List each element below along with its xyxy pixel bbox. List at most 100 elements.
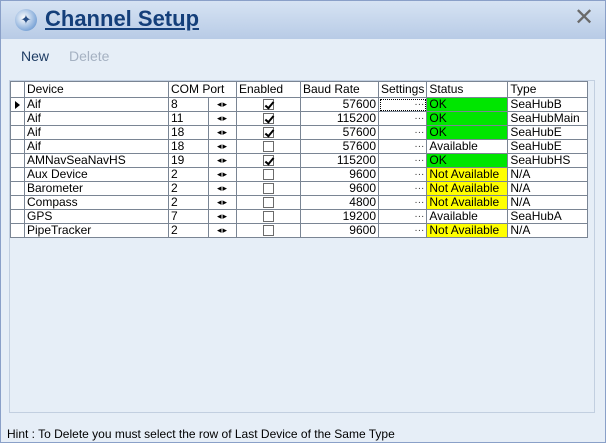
device-cell[interactable]: PipeTracker [24, 223, 169, 238]
enabled-cell[interactable] [236, 111, 301, 126]
column-header-type[interactable]: Type [507, 81, 589, 98]
baud-rate-cell[interactable]: 57600 [300, 139, 379, 154]
table-row[interactable]: Aux Device 2 ◂▸ 9600 ··· Not Available N/A [10, 167, 589, 182]
row-selector[interactable] [10, 209, 25, 224]
type-cell[interactable]: N/A [507, 195, 589, 210]
column-header-com-port[interactable]: COM Port [168, 81, 237, 98]
type-cell[interactable]: SeaHubE [507, 139, 589, 154]
enabled-checkbox[interactable] [263, 99, 274, 111]
com-port-cell[interactable]: 11 [168, 111, 209, 126]
com-port-cell[interactable]: 18 [168, 139, 209, 154]
row-selector[interactable] [10, 167, 25, 182]
row-selector[interactable] [10, 195, 25, 210]
com-port-cell[interactable]: 2 [168, 181, 209, 196]
com-port-stepper[interactable]: ◂▸ [208, 139, 237, 154]
enabled-checkbox[interactable] [263, 113, 274, 125]
com-port-stepper[interactable]: ◂▸ [208, 167, 237, 182]
settings-button[interactable]: ··· [377, 97, 428, 112]
row-selector[interactable] [10, 181, 25, 196]
title-bar[interactable]: ✦ Channel Setup ✕ [1, 1, 605, 39]
device-cell[interactable]: Aux Device [24, 167, 169, 182]
device-cell[interactable]: AMNavSeaNavHS [24, 153, 169, 168]
device-cell[interactable]: Aif [24, 97, 169, 112]
enabled-cell[interactable] [236, 223, 301, 238]
enabled-checkbox[interactable] [263, 141, 274, 153]
row-selector[interactable] [10, 97, 25, 112]
device-cell[interactable]: Aif [24, 125, 169, 140]
com-port-cell[interactable]: 7 [168, 209, 209, 224]
column-header-settings[interactable]: Settings [377, 81, 428, 98]
table-row[interactable]: Aif 11 ◂▸ 115200 ··· OK SeaHubMain [10, 111, 589, 126]
com-port-stepper[interactable]: ◂▸ [208, 97, 237, 112]
settings-button[interactable]: ··· [377, 153, 428, 168]
table-row[interactable]: Barometer 2 ◂▸ 9600 ··· Not Available N/A [10, 181, 589, 196]
type-cell[interactable]: N/A [507, 223, 589, 238]
table-row[interactable]: AMNavSeaNavHS 19 ◂▸ 115200 ··· OK SeaHubHS [10, 153, 589, 168]
com-port-cell[interactable]: 18 [168, 125, 209, 140]
enabled-checkbox[interactable] [263, 197, 274, 209]
settings-button[interactable]: ··· [377, 125, 428, 140]
settings-button[interactable]: ··· [377, 223, 428, 238]
baud-rate-cell[interactable]: 4800 [300, 195, 379, 210]
enabled-checkbox[interactable] [263, 211, 274, 223]
baud-rate-cell[interactable]: 115200 [300, 111, 379, 126]
settings-button[interactable]: ··· [377, 181, 428, 196]
device-cell[interactable]: Barometer [24, 181, 169, 196]
table-row[interactable]: PipeTracker 2 ◂▸ 9600 ··· Not Available N/A [10, 223, 589, 238]
table-row[interactable]: Aif 18 ◂▸ 57600 ··· OK SeaHubE [10, 125, 589, 140]
enabled-cell[interactable] [236, 139, 301, 154]
column-header-enabled[interactable]: Enabled [236, 81, 301, 98]
type-cell[interactable]: SeaHubB [507, 97, 589, 112]
com-port-stepper[interactable]: ◂▸ [208, 153, 237, 168]
enabled-cell[interactable] [236, 181, 301, 196]
close-icon[interactable]: ✕ [573, 5, 595, 31]
table-row[interactable]: Aif 8 ◂▸ 57600 ··· OK SeaHubB [10, 97, 589, 112]
column-header-baud-rate[interactable]: Baud Rate [300, 81, 379, 98]
type-cell[interactable]: SeaHubHS [507, 153, 589, 168]
settings-button[interactable]: ··· [377, 139, 428, 154]
enabled-cell[interactable] [236, 125, 301, 140]
com-port-cell[interactable]: 2 [168, 167, 209, 182]
com-port-stepper[interactable]: ◂▸ [208, 195, 237, 210]
com-port-stepper[interactable]: ◂▸ [208, 223, 237, 238]
baud-rate-cell[interactable]: 57600 [300, 125, 379, 140]
table-row[interactable]: GPS 7 ◂▸ 19200 ··· Available SeaHubA [10, 209, 589, 224]
settings-button[interactable]: ··· [377, 209, 428, 224]
enabled-cell[interactable] [236, 195, 301, 210]
baud-rate-cell[interactable]: 19200 [300, 209, 379, 224]
device-cell[interactable]: Aif [24, 111, 169, 126]
enabled-cell[interactable] [236, 209, 301, 224]
type-cell[interactable]: SeaHubE [507, 125, 589, 140]
type-cell[interactable]: SeaHubMain [507, 111, 589, 126]
com-port-cell[interactable]: 8 [168, 97, 209, 112]
table-row[interactable]: Aif 18 ◂▸ 57600 ··· Available SeaHubE [10, 139, 589, 154]
com-port-cell[interactable]: 19 [168, 153, 209, 168]
baud-rate-cell[interactable]: 9600 [300, 167, 379, 182]
com-port-stepper[interactable]: ◂▸ [208, 111, 237, 126]
baud-rate-cell[interactable]: 9600 [300, 223, 379, 238]
com-port-stepper[interactable]: ◂▸ [208, 125, 237, 140]
enabled-checkbox[interactable] [263, 155, 274, 167]
column-header-device[interactable]: Device [24, 81, 169, 98]
baud-rate-cell[interactable]: 9600 [300, 181, 379, 196]
com-port-stepper[interactable]: ◂▸ [208, 181, 237, 196]
table-row[interactable]: Compass 2 ◂▸ 4800 ··· Not Available N/A [10, 195, 589, 210]
com-port-cell[interactable]: 2 [168, 223, 209, 238]
type-cell[interactable]: SeaHubA [507, 209, 589, 224]
enabled-checkbox[interactable] [263, 169, 274, 181]
row-selector[interactable] [10, 125, 25, 140]
row-selector[interactable] [10, 223, 25, 238]
enabled-cell[interactable] [236, 97, 301, 112]
enabled-cell[interactable] [236, 153, 301, 168]
column-header-status[interactable]: Status [426, 81, 509, 98]
settings-button[interactable]: ··· [377, 195, 428, 210]
enabled-checkbox[interactable] [263, 225, 274, 237]
row-selector[interactable] [10, 111, 25, 126]
enabled-checkbox[interactable] [263, 183, 274, 195]
delete-button[interactable]: Delete [69, 48, 109, 64]
device-cell[interactable]: Aif [24, 139, 169, 154]
device-cell[interactable]: GPS [24, 209, 169, 224]
settings-button[interactable]: ··· [377, 167, 428, 182]
com-port-stepper[interactable]: ◂▸ [208, 209, 237, 224]
enabled-checkbox[interactable] [263, 127, 274, 139]
